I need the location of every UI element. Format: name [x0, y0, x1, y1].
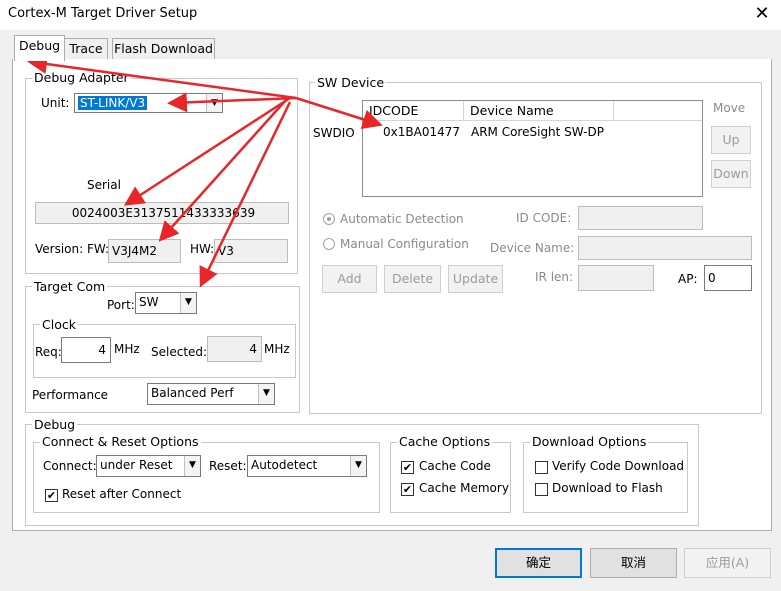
- download-to-flash-checkbox[interactable]: [535, 483, 548, 496]
- reset-select[interactable]: Autodetect ▼: [247, 455, 367, 477]
- cancel-button[interactable]: 取消: [590, 548, 677, 578]
- reset-after-connect-checkbox[interactable]: ✔: [45, 489, 58, 502]
- ap-input[interactable]: 0: [704, 265, 752, 291]
- performance-value: Balanced Perf: [151, 386, 234, 400]
- id-code-field[interactable]: [578, 206, 703, 230]
- manual-config-label: Manual Configuration: [340, 237, 469, 251]
- tab-flash-download[interactable]: Flash Download: [112, 38, 215, 60]
- update-button[interactable]: Update: [448, 265, 503, 293]
- selected-label: Selected:: [151, 345, 208, 359]
- download-to-flash-label: Download to Flash: [552, 481, 663, 495]
- id-code-label: ID CODE:: [516, 211, 572, 225]
- connect-reset-group: [33, 442, 380, 513]
- delete-button[interactable]: Delete: [384, 265, 441, 293]
- chevron-down-icon: ▼: [180, 293, 196, 313]
- chevron-down-icon: ▼: [258, 384, 274, 404]
- verify-code-download-label: Verify Code Download: [552, 459, 685, 473]
- req-input[interactable]: 4: [61, 337, 111, 363]
- cache-code-checkbox[interactable]: ✔: [401, 461, 414, 474]
- port-value: SW: [139, 295, 159, 309]
- sw-device-label: SW Device: [315, 75, 387, 90]
- connect-reset-label: Connect & Reset Options: [40, 434, 201, 449]
- device-name-field[interactable]: [578, 236, 752, 260]
- connect-value: under Reset: [100, 458, 173, 472]
- unit-label: Unit:: [41, 96, 70, 110]
- move-up-button[interactable]: Up: [711, 126, 751, 154]
- manual-config-radio[interactable]: [323, 238, 335, 250]
- serial-label: Serial: [87, 178, 121, 192]
- unit-select[interactable]: ST-LINK/V3 ▼: [74, 93, 223, 113]
- move-label: Move: [713, 101, 746, 115]
- cache-code-label: Cache Code: [419, 459, 491, 473]
- req-unit: MHz: [114, 342, 140, 356]
- clock-label: Clock: [40, 317, 78, 332]
- device-name[interactable]: ARM CoreSight SW-DP: [471, 125, 604, 139]
- tab-debug[interactable]: Debug: [14, 35, 65, 61]
- ir-len-field[interactable]: [578, 265, 654, 291]
- ir-len-label: IR len:: [535, 270, 574, 284]
- chevron-down-icon: ▼: [350, 456, 366, 476]
- reset-after-connect-label: Reset after Connect: [62, 487, 182, 501]
- download-options-group: [523, 442, 688, 513]
- reset-value: Autodetect: [251, 458, 318, 472]
- target-com-label: Target Com: [32, 279, 108, 294]
- column-header-device-name[interactable]: Device Name: [464, 101, 614, 121]
- selected-unit: MHz: [264, 342, 290, 356]
- device-idcode[interactable]: 0x1BA01477: [383, 125, 460, 139]
- port-label: Port:: [107, 298, 135, 312]
- selected-field: 4: [207, 336, 262, 362]
- unit-value: ST-LINK/V3: [78, 96, 148, 110]
- fw-field: V3J4M2: [108, 239, 181, 263]
- ok-button[interactable]: 确定: [495, 548, 582, 578]
- hw-field: V3: [214, 239, 288, 263]
- close-icon[interactable]: ✕: [748, 2, 776, 26]
- chevron-down-icon: ▼: [184, 456, 200, 476]
- debug-options-label: Debug: [32, 417, 78, 432]
- add-button[interactable]: Add: [322, 265, 377, 293]
- window-title: Cortex-M Target Driver Setup: [8, 6, 198, 21]
- serial-field: 0024003E3137511433333639: [35, 202, 289, 224]
- cache-memory-label: Cache Memory: [419, 481, 509, 495]
- connect-select[interactable]: under Reset ▼: [96, 455, 201, 477]
- swdio-label: SWDIO: [313, 126, 355, 140]
- hw-label: HW:: [190, 242, 215, 256]
- req-label: Req:: [35, 345, 62, 359]
- auto-detection-label: Automatic Detection: [340, 212, 464, 226]
- reset-label: Reset:: [209, 459, 247, 473]
- connect-label: Connect:: [43, 459, 97, 473]
- cache-options-label: Cache Options: [397, 434, 493, 449]
- move-down-button[interactable]: Down: [711, 160, 751, 188]
- ap-label: AP:: [678, 272, 698, 286]
- chevron-down-icon: ▼: [206, 94, 222, 112]
- cache-memory-checkbox[interactable]: ✔: [401, 483, 414, 496]
- verify-code-download-checkbox[interactable]: [535, 461, 548, 474]
- version-fw-label: Version: FW:: [35, 242, 110, 256]
- port-select[interactable]: SW ▼: [135, 292, 197, 314]
- auto-detection-radio[interactable]: [323, 213, 335, 225]
- column-header-idcode[interactable]: IDCODE: [363, 101, 464, 121]
- download-options-label: Download Options: [530, 434, 649, 449]
- performance-select[interactable]: Balanced Perf ▼: [147, 383, 275, 405]
- debug-adapter-label: Debug Adapter: [32, 70, 131, 85]
- column-header-empty: [614, 101, 702, 121]
- device-name-label: Device Name:: [490, 241, 575, 255]
- apply-button[interactable]: 应用(A): [684, 548, 771, 578]
- cache-options-group: [390, 442, 511, 513]
- performance-label: Performance: [32, 388, 109, 402]
- sw-device-list[interactable]: IDCODE Device Name 0x1BA01477 ARM CoreSi…: [362, 100, 703, 197]
- tab-trace[interactable]: Trace: [64, 38, 108, 60]
